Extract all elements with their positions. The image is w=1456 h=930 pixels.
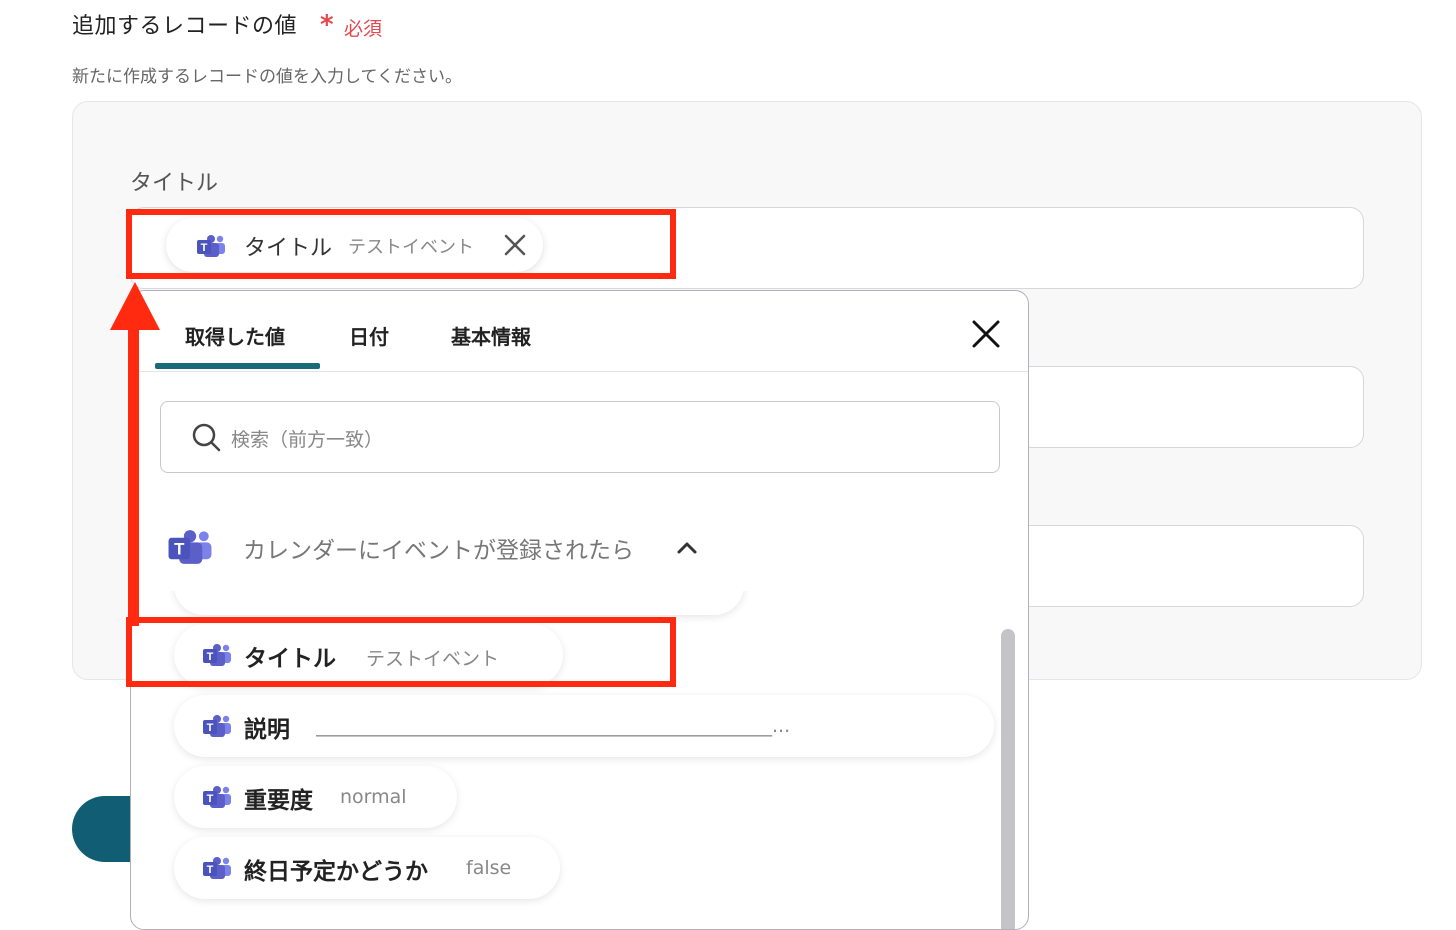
list-item-importance[interactable]: T 重要度 normal: [174, 766, 457, 828]
item-name: 終日予定かどうか: [244, 859, 428, 885]
teams-icon: T: [168, 530, 212, 564]
item-value: ________________________________________…: [316, 715, 791, 737]
tab-basic-info[interactable]: 基本情報: [451, 321, 531, 350]
tab-obtained-values[interactable]: 取得した値: [185, 321, 285, 350]
required-badge: 必須: [344, 18, 383, 40]
section-description: 新たに作成するレコードの値を入力してください。: [72, 67, 462, 87]
tab-divider: [131, 371, 1028, 372]
section-title: 追加するレコードの値: [72, 14, 298, 39]
item-name: 説明: [244, 717, 290, 743]
svg-text:T: T: [174, 540, 185, 559]
item-value: false: [466, 857, 512, 879]
group-label[interactable]: カレンダーにイベントが登録されたら: [243, 531, 634, 565]
highlight-box-list-item: [126, 617, 676, 687]
item-name: 重要度: [244, 788, 313, 814]
teams-icon: T: [203, 857, 231, 879]
svg-text:T: T: [207, 864, 214, 876]
svg-text:T: T: [207, 722, 214, 734]
chevron-up-icon[interactable]: [675, 537, 699, 557]
tab-date[interactable]: 日付: [349, 321, 389, 350]
required-star: *: [320, 10, 334, 40]
svg-text:T: T: [207, 793, 214, 805]
item-value: normal: [340, 786, 407, 808]
teams-icon: T: [203, 786, 231, 808]
search-placeholder: 検索（前方一致）: [231, 429, 384, 451]
search-icon: [192, 423, 221, 452]
list-item-all-day[interactable]: T 終日予定かどうか false: [174, 837, 560, 899]
search-input[interactable]: 検索（前方一致）: [160, 401, 1000, 473]
value-picker-popup: 取得した値 日付 基本情報 検索（前方一致） T カレンダーにイベントが登録され…: [130, 290, 1029, 930]
active-tab-indicator: [155, 363, 320, 369]
list-item-description[interactable]: T 説明 ___________________________________…: [174, 695, 994, 757]
teams-icon: T: [203, 715, 231, 737]
annotation-arrow-line: [128, 326, 139, 626]
highlight-box-field-chip: [126, 209, 676, 279]
field-label-title: タイトル: [130, 171, 219, 196]
annotation-arrow-head: [110, 282, 160, 330]
scrollbar-thumb[interactable]: [1001, 629, 1015, 929]
close-icon[interactable]: [971, 319, 1001, 349]
